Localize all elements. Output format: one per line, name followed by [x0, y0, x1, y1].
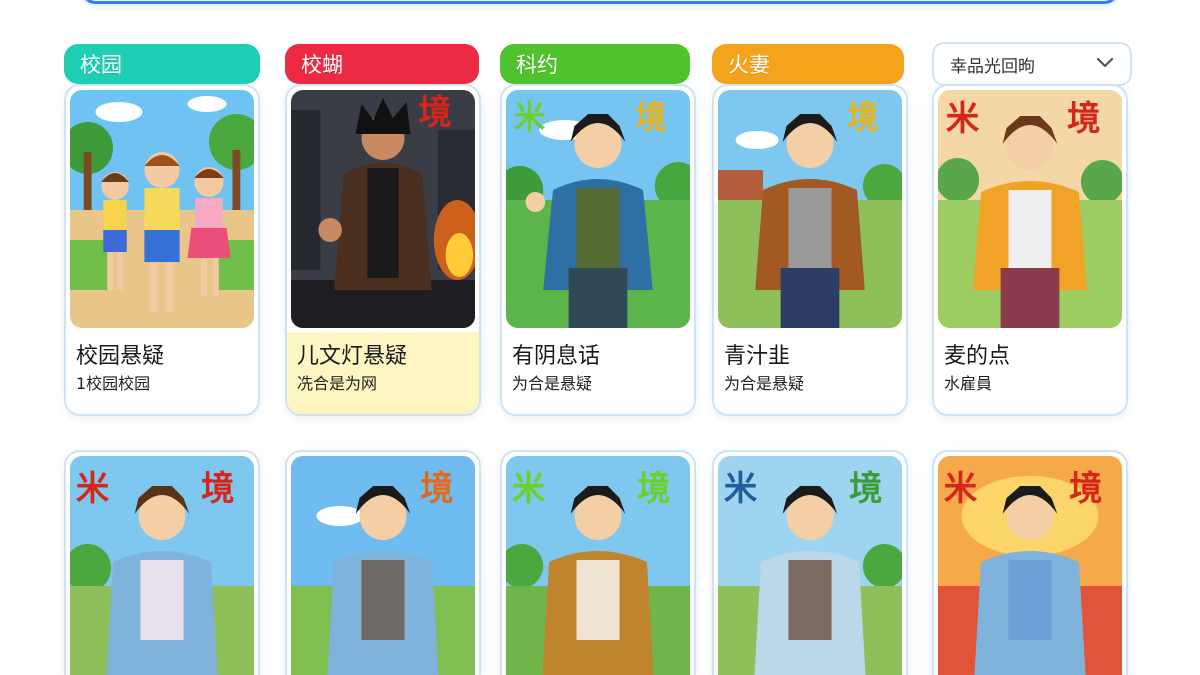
cover-image: 境 [291, 90, 475, 328]
story-card[interactable]: 校园悬疑 1校园校园 [64, 84, 260, 416]
cover-badge-left: 米 [512, 469, 546, 508]
cover-image: 境 [718, 90, 902, 328]
card-info: 儿文灯悬疑 冼合是为网 [287, 332, 479, 414]
card-title: 有阴息话 [512, 344, 601, 369]
cover-badge-left: 米 [514, 100, 546, 136]
card-title: 青汁韭 [724, 344, 791, 369]
chevron-down-icon [1096, 54, 1114, 74]
story-card[interactable]: 境 [285, 450, 481, 675]
filter-chip-4[interactable]: 火妻 [712, 44, 904, 84]
cover-image: 米 境 [718, 456, 902, 675]
card-info: 有阴息话 为合是悬疑 [502, 332, 694, 414]
cover-image: 米 境 [938, 90, 1122, 328]
cover-badge-right: 境 [201, 469, 234, 508]
story-card[interactable]: 米 境 [712, 450, 908, 675]
story-card[interactable]: 米 境 [64, 450, 260, 675]
search-bar[interactable] [80, 0, 1120, 4]
story-card[interactable]: 米 境 [500, 450, 696, 675]
story-card[interactable]: 米 境 有阴息话 为合是悬疑 [500, 84, 696, 416]
card-info: 校园悬疑 1校园校园 [66, 332, 258, 414]
cover-badge-right: 境 [849, 469, 882, 508]
card-subtitle: 为合是悬疑 [724, 374, 805, 393]
cover-badge-right: 境 [637, 469, 670, 508]
sort-dropdown-value: 幸品光回昫 [950, 56, 1035, 77]
cover-badge-left: 米 [724, 469, 758, 508]
card-info: 青汁韭 为合是悬疑 [714, 332, 906, 414]
story-card[interactable]: 境 儿文灯悬疑 冼合是为网 [285, 84, 481, 416]
card-subtitle: 冼合是为网 [297, 374, 378, 393]
filter-label: 校园 [80, 53, 122, 77]
filter-label: 火妻 [728, 53, 770, 77]
filter-chip-campus[interactable]: 校园 [64, 44, 260, 84]
cover-badge-right: 境 [847, 99, 878, 136]
cover-badge-right: 境 [635, 99, 666, 136]
story-card[interactable]: 米 境 麦的点 水雇員 [932, 84, 1128, 416]
cover-badge-left: 米 [946, 99, 980, 138]
cover-badge-left: 米 [76, 469, 110, 508]
card-title: 校园悬疑 [76, 344, 165, 369]
cover-badge-right: 境 [418, 93, 451, 132]
cover-image: 米 境 [938, 456, 1122, 675]
card-title: 麦的点 [944, 344, 1011, 369]
cover-badge-left: 米 [944, 469, 978, 508]
card-subtitle: 水雇員 [944, 374, 993, 393]
cover-image: 米 境 [506, 90, 690, 328]
filter-label: 校蝴 [301, 53, 343, 77]
cover-badge-right: 境 [420, 469, 453, 508]
card-info: 麦的点 水雇員 [934, 332, 1126, 414]
card-title: 儿文灯悬疑 [297, 344, 408, 369]
filter-label: 科约 [516, 53, 558, 77]
story-card[interactable]: 境 青汁韭 为合是悬疑 [712, 84, 908, 416]
sort-dropdown[interactable]: 幸品光回昫 [932, 42, 1132, 86]
card-subtitle: 为合是悬疑 [512, 374, 593, 393]
cover-image: 境 [291, 456, 475, 675]
story-card[interactable]: 米 境 [932, 450, 1128, 675]
cover-image: 米 境 [70, 456, 254, 675]
cover-badge-right: 境 [1069, 469, 1102, 508]
cover-image: 米 境 [506, 456, 690, 675]
filter-chip-3[interactable]: 科约 [500, 44, 690, 84]
cover-badge-right: 境 [1067, 99, 1100, 138]
card-subtitle: 1校园校园 [76, 374, 151, 393]
filter-chip-2[interactable]: 校蝴 [285, 44, 479, 84]
cover-image [70, 90, 254, 328]
